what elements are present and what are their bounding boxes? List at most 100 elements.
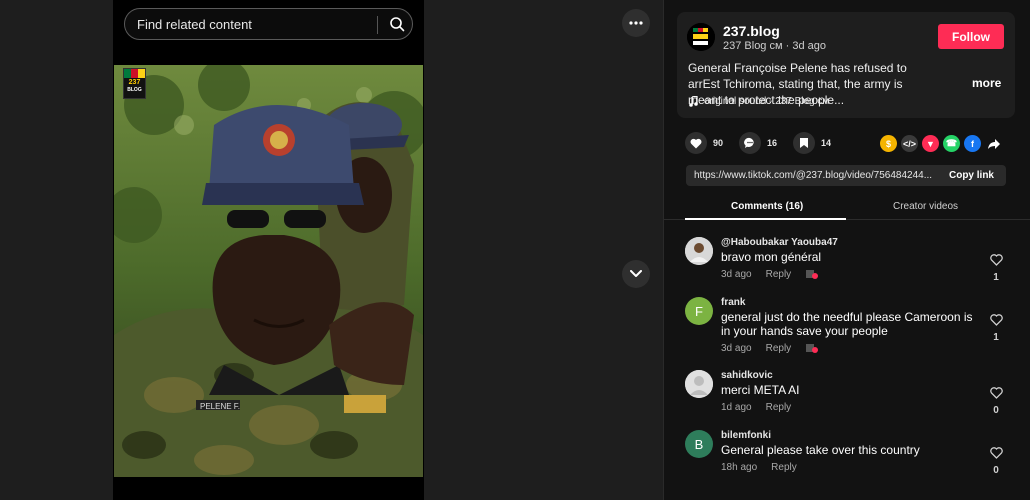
reply-button[interactable]: Reply [771,462,797,473]
commenter-name[interactable]: frank [721,297,745,308]
more-link[interactable]: more [972,76,1001,90]
comment-time: 3d ago [721,269,752,280]
comment-text: general just do the needful please Camer… [721,310,973,338]
reply-button[interactable]: Reply [766,402,792,413]
avatar-letter: B [694,436,704,452]
like-circle [685,132,707,154]
account-avatar[interactable] [687,23,715,51]
creator-liked-icon [805,344,818,354]
commenter-avatar[interactable] [685,370,713,398]
more-options-button[interactable] [622,9,650,37]
channel-logo-badge: 237 BLOG [123,68,146,99]
commenter-avatar[interactable] [685,237,713,265]
account-subtitle: 237 Blog ᴄᴍ · 3d ago [723,40,826,52]
commenter-avatar[interactable]: B [685,430,713,458]
heart-outline-icon [989,254,1003,266]
comment-count: 16 [767,138,778,148]
comment-like[interactable]: 1 [988,253,1004,283]
more-dots-icon [629,21,643,25]
comment-like[interactable]: 0 [988,386,1004,416]
comment-text: merci META AI [721,383,800,397]
heart-outline-icon [989,447,1003,459]
comment-like[interactable]: 0 [988,446,1004,476]
logo-number: 237 [128,79,141,86]
bookmark-icon [800,138,809,148]
commenter-name[interactable]: sahidkovic [721,370,773,381]
reply-button[interactable]: Reply [766,269,792,280]
video-column: PELENE F. 237 BLOG [113,0,424,500]
sound-link[interactable]: original sound - 237 Blog ᴄᴍ [689,96,829,107]
comment-time: 18h ago [721,462,758,473]
reply-button[interactable]: Reply [766,343,792,354]
comment-like[interactable]: 1 [988,313,1004,343]
like-count: 90 [713,138,724,148]
send-icon[interactable]: ▼ [922,135,939,152]
avatar-photo-icon [685,237,713,265]
comment-meta: 3d ago Reply [721,343,818,354]
post-time: 3d ago [792,40,826,52]
follow-button[interactable]: Follow [938,24,1004,49]
embed-icon[interactable]: </> [901,135,918,152]
link-bar: https://www.tiktok.com/@237.blog/video/7… [686,165,1006,186]
details-panel: 237.blog 237 Blog ᴄᴍ · 3d ago Follow Gen… [663,0,1030,500]
post-card: 237.blog 237 Blog ᴄᴍ · 3d ago Follow Gen… [677,12,1015,118]
comment-button[interactable]: 16 [739,132,777,154]
tab-bar: Comments (16) Creator videos [664,195,1030,220]
video-url: https://www.tiktok.com/@237.blog/video/7… [694,170,933,181]
avatar-letter: F [695,303,703,319]
music-note-icon [689,96,698,107]
comment-time: 1d ago [721,402,752,413]
comment-meta: 18h ago Reply [721,462,797,473]
commenter-name[interactable]: @Haboubakar Yaouba47 [721,237,838,248]
search-button[interactable] [381,9,413,39]
comment-circle [739,132,762,154]
share-icons: $ </> ▼ ☎ f [880,135,1002,152]
svg-text:PELENE F.: PELENE F. [200,402,240,411]
heart-outline-icon [989,314,1003,326]
account-name[interactable]: 237.blog [723,23,780,39]
copy-link-button[interactable]: Copy link [949,170,994,181]
save-button[interactable]: 14 [793,132,831,154]
share-arrow-icon[interactable] [985,135,1002,152]
video-frame-image: PELENE F. [114,65,423,477]
tab-comments[interactable]: Comments (16) [731,201,803,212]
comment-like-count: 0 [993,465,999,476]
creator-liked-icon [805,270,818,280]
comment-item: @Haboubakar Yaouba47 bravo mon général 3… [685,237,1015,285]
video-player[interactable]: PELENE F. 237 BLOG [114,65,423,477]
logo-text: BLOG [127,87,142,93]
search-icon [390,17,405,32]
heart-outline-icon [989,387,1003,399]
comment-text: bravo mon général [721,250,822,264]
video-stage: PELENE F. 237 BLOG [0,0,663,500]
search-input[interactable] [137,9,373,39]
commenter-name[interactable]: bilemfonki [721,430,771,441]
flag-stripe [124,69,145,78]
comment-like-count: 1 [993,332,999,343]
save-count: 14 [821,138,832,148]
search-divider [377,16,378,34]
comment-like-count: 0 [993,405,999,416]
comment-item: B bilemfonki General please take over th… [685,430,1015,476]
like-button[interactable]: 90 [685,132,723,154]
coin-icon[interactable]: $ [880,135,897,152]
account-logo-icon [687,23,715,51]
save-circle [793,132,816,154]
search-bar [124,8,413,40]
heart-icon [690,138,702,148]
comment-meta: 3d ago Reply [721,269,818,280]
sound-label: original sound - 237 Blog ᴄᴍ [704,96,830,107]
comment-item: F frank general just do the needful plea… [685,297,1015,357]
comment-meta: 1d ago Reply [721,402,791,413]
whatsapp-icon[interactable]: ☎ [943,135,960,152]
tab-indicator [685,218,846,220]
comment-text: General please take over this country [721,443,920,457]
commenter-avatar[interactable]: F [685,297,713,325]
facebook-icon[interactable]: f [964,135,981,152]
next-video-button[interactable] [622,260,650,288]
comment-like-count: 1 [993,272,999,283]
default-avatar-icon [685,370,713,398]
comment-time: 3d ago [721,343,752,354]
tab-creator-videos[interactable]: Creator videos [893,201,958,212]
account-handle: 237 Blog ᴄᴍ [723,40,783,52]
